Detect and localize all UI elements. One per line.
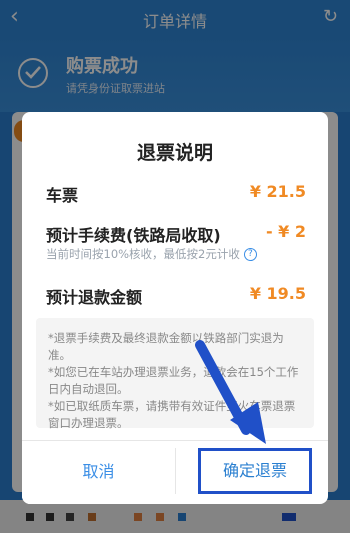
note-item: *退票手续费及最终退款金额以铁路部门实退为准。 xyxy=(48,331,284,362)
confirm-refund-button[interactable]: 确定退票 xyxy=(198,448,312,494)
ticket-label: 车票 xyxy=(46,186,79,205)
refund-notes: *退票手续费及最终退款金额以铁路部门实退为准。 *如您已在车站办理退票业务，退款… xyxy=(36,318,314,430)
dialog-title: 退票说明 xyxy=(136,142,213,164)
ticket-row: 车票 ¥ 21.5 xyxy=(46,182,306,206)
help-icon[interactable]: ? xyxy=(243,248,257,261)
refund-label: 预计退款金额 xyxy=(46,288,143,307)
fee-label: 预计手续费(铁路局收取) xyxy=(46,226,221,245)
ticket-price: ¥ 21.5 xyxy=(249,182,306,201)
fee-hint: 当前时间按10%核收，最低按2元计收? xyxy=(46,246,257,262)
footer-divider xyxy=(22,440,328,441)
note-item: *如已取纸质车票，请携带有效证件至火车票退票窗口办理退票。 xyxy=(48,399,296,430)
fee-row: 预计手续费(铁路局收取) - ¥ 2 xyxy=(46,222,306,246)
cancel-button[interactable]: 取消 xyxy=(22,442,175,504)
refund-dialog: 退票说明 车票 ¥ 21.5 预计手续费(铁路局收取) - ¥ 2 当前时间按1… xyxy=(22,112,328,504)
fee-value: - ¥ 2 xyxy=(265,222,306,241)
note-item: *如您已在车站办理退票业务，退款会在15个工作日内自动退回。 xyxy=(48,365,299,396)
refund-amount: ¥ 19.5 xyxy=(249,284,306,303)
refund-row: 预计退款金额 ¥ 19.5 xyxy=(46,284,306,308)
fee-hint-text: 当前时间按10%核收，最低按2元计收 xyxy=(46,247,240,261)
button-divider xyxy=(175,448,176,494)
